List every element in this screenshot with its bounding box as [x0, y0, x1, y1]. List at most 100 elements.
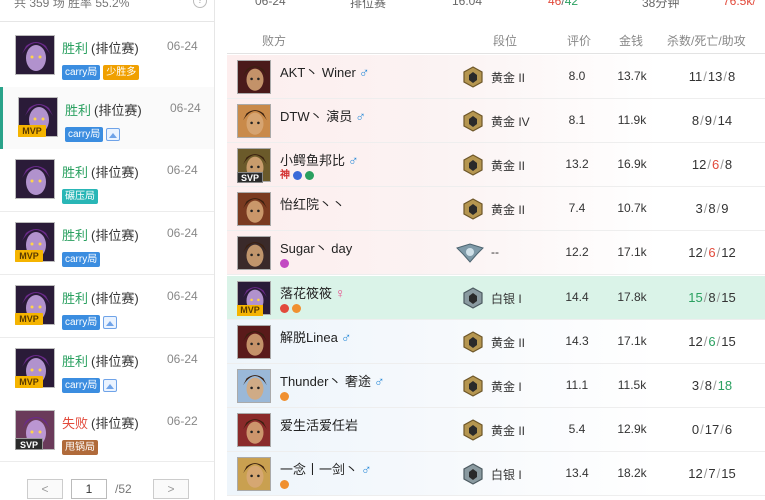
unranked-rank-icon [455, 242, 485, 264]
gold-rank-icon [463, 419, 483, 441]
image-icon[interactable] [103, 379, 118, 392]
svp-badge: SVP [15, 438, 43, 450]
player-gold: 11.9k [617, 113, 647, 127]
match-tags: carry局 [62, 315, 118, 330]
match-date: 06-24 [167, 226, 198, 240]
player-name-text[interactable]: 一念丨一剑丶 [280, 462, 358, 477]
kda-separator: / [703, 290, 708, 305]
match-tag: carry局 [62, 65, 101, 80]
result-text: 胜利 [62, 41, 89, 56]
player-gold: 11.5k [617, 378, 647, 392]
header-score: 评价 [567, 34, 592, 48]
header-kda: 杀数/死亡/助攻 [667, 34, 746, 48]
achievement-icon [293, 171, 302, 180]
player-name[interactable]: 小鳄鱼邦比 ♂ [280, 150, 359, 169]
player-gold: 12.9k [617, 422, 647, 436]
next-page-button[interactable]: > [153, 479, 189, 499]
help-icon[interactable]: ? [193, 0, 207, 8]
match-item[interactable]: 胜利 (排位赛) 06-24 碾压局 [0, 149, 214, 212]
kda-separator: / [703, 466, 708, 481]
player-marks [280, 258, 289, 268]
match-date: 06-24 [167, 39, 198, 53]
silver-rank-icon [463, 463, 483, 485]
table-row[interactable]: 怡红院丶丶 黄金 II 7.4 10.7k 3/8/9 [227, 187, 765, 231]
match-item[interactable]: MVP 胜利 (排位赛) 06-24 carry局 [0, 338, 214, 401]
kda-d: 8 [708, 201, 716, 216]
male-icon: ♂ [358, 64, 370, 80]
kda-separator: / [720, 422, 724, 437]
table-row[interactable]: DTW丶 演员 ♂ 黄金 IV 8.1 11.9k 8/9/14 [227, 99, 765, 143]
table-row[interactable]: Sugar丶 day -- 12.2 17.1k 12/6/12 [227, 231, 765, 275]
rank-text: -- [491, 245, 499, 259]
table-row[interactable]: SVP 小鳄鱼邦比 ♂ 神黄金 II 13.2 16.9k 12/6/8 [227, 143, 765, 187]
match-stats-bar: 共 359 场 胜率 55.2% ? [0, 0, 215, 22]
table-row[interactable]: MVP 落花筱筱 ♀ 白银 I 14.4 17.8k 15/8/15 [227, 276, 765, 320]
player-name[interactable]: AKT丶 Winer ♂ [280, 62, 369, 81]
player-name-text[interactable]: 爱生活爱任岩 [280, 418, 358, 433]
player-kda: 12/6/12 [667, 245, 757, 260]
match-item[interactable]: 胜利 (排位赛) 06-24 carry局 少胜多 [0, 25, 214, 88]
male-icon: ♂ [374, 373, 385, 389]
player-marks [280, 303, 301, 313]
player-name[interactable]: 怡红院丶丶 [280, 194, 345, 213]
match-mode: (排位赛) [91, 228, 139, 243]
match-tag: 碾压局 [62, 189, 98, 204]
table-row[interactable]: AKT丶 Winer ♂ 黄金 II 8.0 13.7k 11/13/8 [227, 55, 765, 99]
kda-separator: / [716, 334, 721, 349]
kda-d: 6 [708, 334, 716, 349]
player-gold: 17.8k [617, 290, 647, 304]
player-name[interactable]: DTW丶 演员 ♂ [280, 106, 366, 125]
page-number-input[interactable] [71, 479, 107, 499]
rank-text: 黄金 II [491, 71, 526, 85]
player-name[interactable]: 爱生活爱任岩 [280, 415, 358, 434]
image-icon[interactable] [103, 316, 118, 329]
table-row[interactable]: 解脱Linea ♂ 黄金 II 14.3 17.1k 12/6/15 [227, 320, 765, 364]
player-name[interactable]: Sugar丶 day [280, 238, 352, 257]
prev-page-button[interactable]: < [27, 479, 63, 499]
match-result: 胜利 (排位赛) [62, 162, 139, 181]
match-result: 胜利 (排位赛) [62, 38, 139, 57]
kda-k: 11 [688, 69, 703, 84]
match-result: 胜利 (排位赛) [62, 288, 139, 307]
match-item[interactable]: MVP 胜利 (排位赛) 06-24 carry局 [0, 212, 214, 275]
kda-k: 12 [688, 334, 703, 349]
player-name[interactable]: 落花筱筱 ♀ [280, 283, 346, 302]
table-row[interactable]: Thunder丶 奢途 ♂ 黄金 I 11.1 11.5k 3/8/18 [227, 364, 765, 408]
player-name-text[interactable]: 怡红院丶丶 [280, 197, 345, 212]
match-item[interactable]: MVP 胜利 (排位赛) 06-24 carry局 [0, 87, 214, 150]
table-header: 败方 段位 评价 金钱 杀数/死亡/助攻 [227, 24, 765, 54]
match-tags: 碾压局 [62, 189, 98, 204]
player-name-text[interactable]: Thunder丶 奢途 [280, 374, 371, 389]
rank-text: 黄金 II [491, 424, 526, 438]
player-name-text[interactable]: AKT丶 Winer [280, 65, 356, 80]
silver-rank-icon [463, 287, 483, 309]
image-icon[interactable] [106, 128, 121, 141]
kda-separator: / [703, 69, 707, 84]
player-name[interactable]: Thunder丶 奢途 ♂ [280, 371, 385, 390]
table-row[interactable]: 爱生活爱任岩 黄金 II 5.4 12.9k 0/17/6 [227, 408, 765, 452]
player-name-text[interactable]: 落花筱筱 [280, 286, 332, 301]
player-score: 7.4 [568, 201, 586, 215]
player-name-text[interactable]: 小鳄鱼邦比 [280, 153, 345, 168]
match-mode: (排位赛) [91, 416, 139, 431]
match-item[interactable]: SVP 失败 (排位赛) 06-22 甩锅局 [0, 400, 214, 462]
kda-a: 8 [727, 69, 736, 84]
achievement-icon [305, 171, 314, 180]
player-name[interactable]: 一念丨一剑丶 ♂ [280, 459, 372, 478]
player-name-text[interactable]: Sugar丶 day [280, 241, 352, 256]
kda-a: 8 [724, 157, 733, 172]
player-name[interactable]: 解脱Linea ♂ [280, 327, 351, 346]
champion-avatar [237, 325, 271, 359]
kda-d: 6 [708, 245, 716, 260]
player-kda: 11/13/8 [667, 69, 757, 84]
player-marks [280, 391, 289, 401]
player-gold: 18.2k [617, 466, 647, 480]
match-tag: 甩锅局 [62, 440, 98, 455]
player-name-text[interactable]: 解脱Linea [280, 330, 338, 345]
match-item[interactable]: MVP 胜利 (排位赛) 06-24 carry局 [0, 275, 214, 338]
player-name-text[interactable]: DTW丶 演员 [280, 109, 352, 124]
table-row[interactable]: 一念丨一剑丶 ♂ 白银 I 13.4 18.2k 12/7/15 [227, 452, 765, 496]
champion-avatar [15, 159, 55, 199]
champion-avatar [237, 413, 271, 447]
match-tags: 甩锅局 [62, 440, 98, 455]
